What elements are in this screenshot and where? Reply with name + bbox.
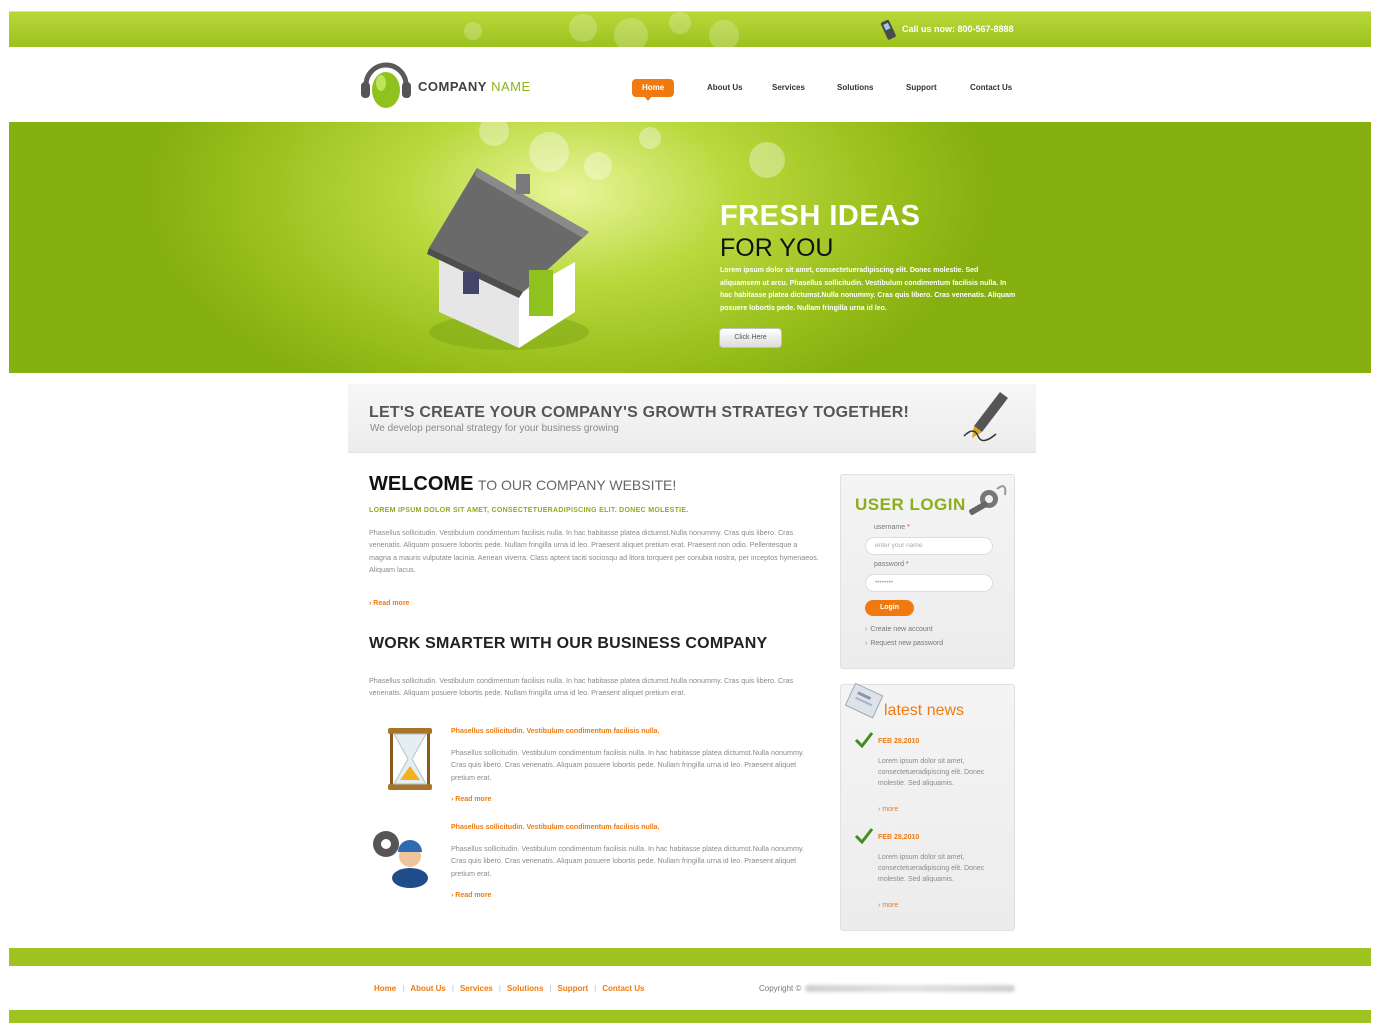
latest-news-title: latest news <box>884 702 965 719</box>
bokeh-decoration <box>669 12 691 34</box>
logo-headset-icon <box>361 62 411 108</box>
bokeh-decoration <box>569 14 597 42</box>
checkmark-icon <box>854 828 874 845</box>
required-mark: * <box>907 524 910 531</box>
feature-1-read-more-link[interactable]: › Read more <box>451 796 491 803</box>
password-input[interactable]: •••••••• <box>865 574 993 592</box>
nav-contact-us[interactable]: Contact Us <box>970 79 1012 97</box>
login-button[interactable]: Login <box>865 600 914 616</box>
footer-nav-about-us[interactable]: About Us <box>410 984 446 993</box>
copyright: Copyright © <box>759 984 1016 993</box>
nav-about-us[interactable]: About Us <box>707 79 743 97</box>
username-input[interactable]: enter your name <box>865 537 993 555</box>
logo-name: NAME <box>491 79 531 94</box>
light-decoration <box>639 127 661 149</box>
welcome-text: Phasellus sollicitudin. Vestibulum condi… <box>369 528 819 574</box>
nav-services[interactable]: Services <box>772 79 805 97</box>
password-label: password * <box>874 561 909 568</box>
bokeh-decoration <box>464 22 482 40</box>
footer-bar <box>9 948 1371 966</box>
feature-1-title: Phasellus sollicitudin. Vestibulum condi… <box>451 728 660 735</box>
work-smarter-heading: WORK SMARTER WITH OUR BUSINESS COMPANY <box>369 635 768 652</box>
copyright-text: Copyright © <box>759 984 802 993</box>
checkmark-icon <box>854 732 874 749</box>
welcome-tagline: LOREM IPSUM DOLOR SIT AMET, CONSECTETUER… <box>369 507 689 514</box>
login-title: USER LOGIN <box>855 495 966 514</box>
create-account-link[interactable]: › Create new account <box>865 626 933 633</box>
click-here-button[interactable]: Click Here <box>719 328 782 348</box>
top-bar: Call us now: 800-567-8888 <box>9 11 1371 47</box>
news-2-date: FEB 28,2010 <box>878 834 920 841</box>
news-1-more-link[interactable]: › more <box>878 806 898 813</box>
call-us-text: Call us now: 800-567-8888 <box>902 24 1014 34</box>
separator: | <box>594 984 597 993</box>
nav-support[interactable]: Support <box>906 79 937 97</box>
house-illustration <box>427 168 589 350</box>
banner-subtitle: We develop personal strategy for your bu… <box>370 423 619 434</box>
username-label-text: username <box>874 524 906 531</box>
separator: | <box>451 984 454 993</box>
password-label-text: password <box>874 561 904 568</box>
bokeh-decoration <box>709 20 739 47</box>
blurred-copyright-text <box>805 985 1016 993</box>
arrow-icon: › <box>865 626 868 633</box>
nav-solutions[interactable]: Solutions <box>837 79 873 97</box>
request-password-text: Request new password <box>870 640 944 647</box>
news-2-text: Lorem ipsum dolor sit amet, consectetuer… <box>878 854 985 884</box>
footer-nav-services[interactable]: Services <box>460 984 493 993</box>
separator: | <box>549 984 552 993</box>
light-decoration <box>479 122 509 146</box>
footer-nav-home[interactable]: Home <box>374 984 396 993</box>
news-1-text: Lorem ipsum dolor sit amet, consectetuer… <box>878 758 985 788</box>
welcome-heading: WELCOME TO OUR COMPANY WEBSITE! <box>369 473 676 496</box>
footer-nav: Home | About Us | Services | Solutions | Support… <box>374 984 644 993</box>
feature-2-read-more-link[interactable]: › Read more <box>451 892 491 899</box>
news-2-more-link[interactable]: › more <box>878 902 898 909</box>
footer-bottom-bar <box>9 1010 1371 1023</box>
work-smarter-text: Phasellus sollicitudin. Vestibulum condi… <box>369 676 794 698</box>
phone-icon <box>880 19 896 40</box>
separator: | <box>402 984 405 993</box>
welcome-read-more-link[interactable]: › Read more <box>369 600 409 607</box>
feature-1-text: Phasellus sollicitudin. Vestibulum condi… <box>451 748 805 782</box>
arrow-icon: › <box>865 640 868 647</box>
required-mark: * <box>905 561 909 568</box>
separator: | <box>498 984 501 993</box>
strategy-banner: LET'S CREATE YOUR COMPANY'S GROWTH STRAT… <box>348 384 1036 453</box>
request-password-link[interactable]: › Request new password <box>865 640 943 647</box>
hero-subtitle: FOR YOU <box>720 234 834 262</box>
newspaper-icon <box>844 682 884 719</box>
hourglass-icon <box>388 728 432 790</box>
feature-2-title: Phasellus sollicitudin. Vestibulum condi… <box>451 824 660 831</box>
hero-title: FRESH IDEAS <box>720 200 921 232</box>
feature-2-text: Phasellus sollicitudin. Vestibulum condi… <box>451 844 805 878</box>
user-login-box: USER LOGIN username * enter your name pa… <box>840 474 1015 669</box>
footer-nav-contact-us[interactable]: Contact Us <box>602 984 644 993</box>
worker-gear-icon <box>373 831 428 888</box>
light-decoration <box>749 142 785 178</box>
hero-banner: FRESH IDEAS FOR YOU Lorem ipsum dolor si… <box>9 122 1371 373</box>
logo-company: COMPANY <box>418 79 487 94</box>
welcome-title-rest: TO OUR COMPANY WEBSITE! <box>477 477 677 493</box>
hero-text: Lorem ipsum dolor sit amet, consectetuer… <box>720 267 1016 312</box>
keys-icon <box>969 485 1007 515</box>
username-label: username * <box>874 524 910 531</box>
news-1-date: FEB 28,2010 <box>878 738 920 745</box>
welcome-title-bold: WELCOME <box>369 473 474 495</box>
create-account-text: Create new account <box>870 626 933 633</box>
banner-title: LET'S CREATE YOUR COMPANY'S GROWTH STRAT… <box>369 404 910 421</box>
footer-nav-solutions[interactable]: Solutions <box>507 984 543 993</box>
fountain-pen-icon <box>963 392 1008 442</box>
logo-text[interactable]: COMPANY NAME <box>418 79 531 94</box>
nav-home[interactable]: Home <box>632 79 675 101</box>
footer-nav-support[interactable]: Support <box>557 984 588 993</box>
latest-news-box: latest news FEB 28,2010 Lorem ipsum dolo… <box>840 682 1015 931</box>
bokeh-decoration <box>614 18 648 47</box>
